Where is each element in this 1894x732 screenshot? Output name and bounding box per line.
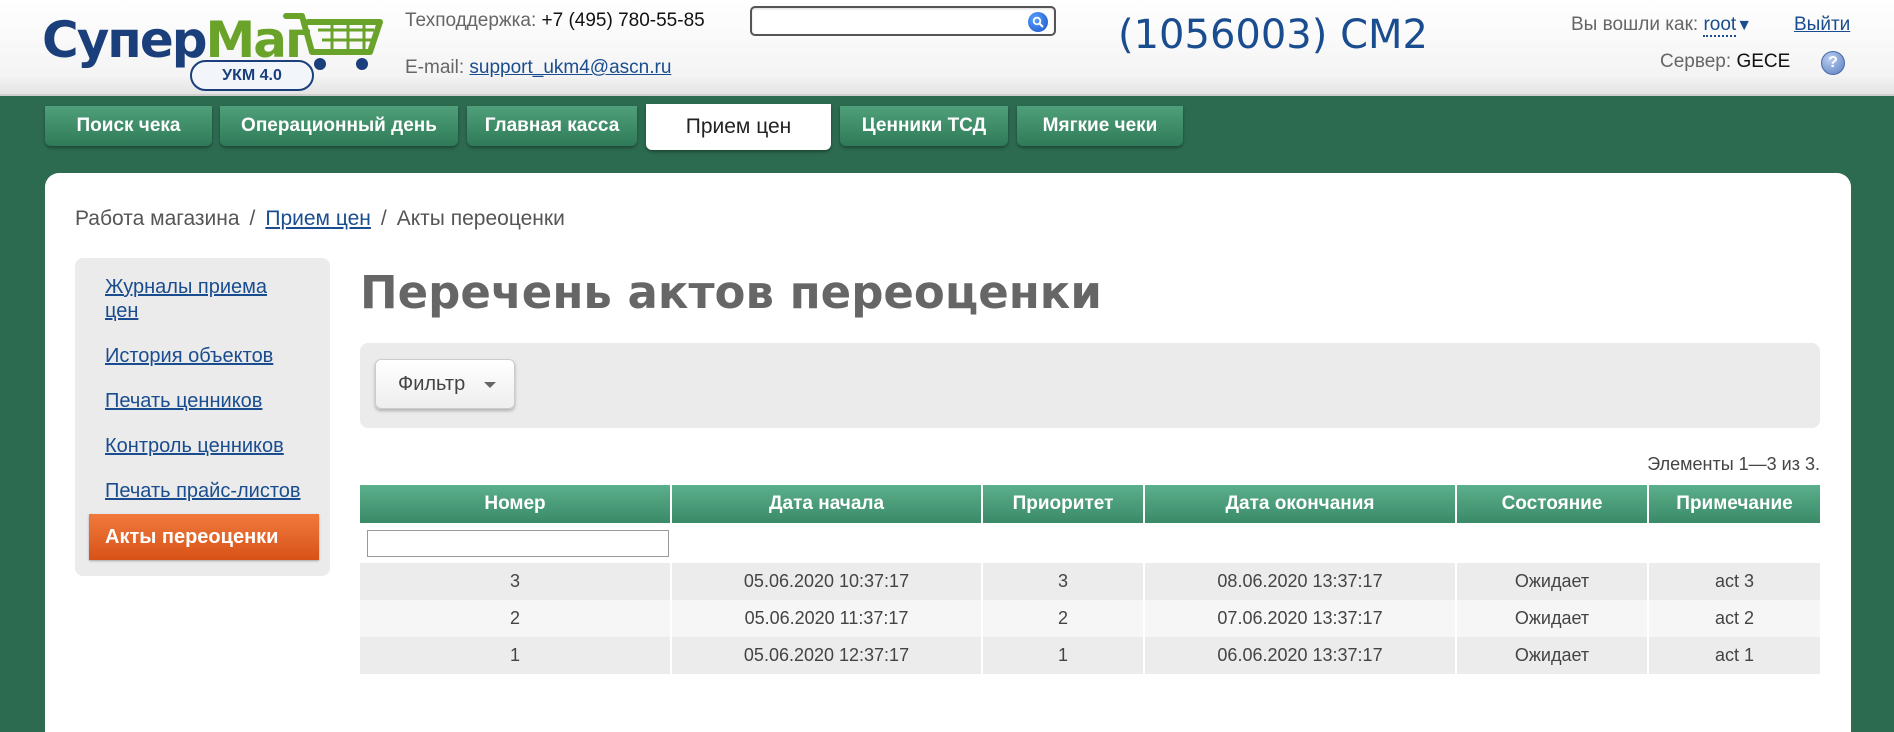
store-title: (1056003) СМ2 — [1118, 12, 1428, 58]
table-filter-row — [360, 523, 1820, 563]
user-menu[interactable]: root — [1703, 14, 1737, 37]
filter-button[interactable]: Фильтр — [375, 359, 515, 409]
pagination-count: Элементы 1—3 из 3. — [1647, 454, 1820, 474]
sidebar: Журналы приема цен История объектов Печа… — [75, 258, 330, 576]
cell-priority: 1 — [982, 637, 1145, 674]
page-title: Перечень актов переоценки — [360, 266, 1102, 319]
column-header-end-date[interactable]: Дата окончания — [1144, 485, 1457, 523]
search-box — [750, 6, 1056, 36]
cell-note: act 1 — [1648, 637, 1820, 674]
tab-tsd-labels[interactable]: Ценники ТСД — [840, 106, 1008, 146]
cell-start-date: 05.06.2020 12:37:17 — [671, 637, 983, 674]
cell-priority: 3 — [982, 563, 1145, 600]
cell-status: Ожидает — [1456, 600, 1649, 637]
app-header: СуперМаг УКМ 4.0 Техподдержка: +7 (495) … — [0, 0, 1894, 96]
breadcrumb-link-price-receiving[interactable]: Прием цен — [265, 207, 371, 230]
support-phone: Техподдержка: +7 (495) 780-55-85 — [405, 10, 705, 31]
cell-note: act 3 — [1648, 563, 1820, 600]
breadcrumb-root: Работа магазина — [75, 207, 240, 230]
support-email-link[interactable]: support_ukm4@ascn.ru — [469, 57, 671, 78]
logout-link[interactable]: Выйти — [1794, 14, 1850, 36]
cell-note: act 2 — [1648, 600, 1820, 637]
tab-receipt-search[interactable]: Поиск чека — [45, 106, 212, 146]
breadcrumb-current: Акты переоценки — [396, 207, 565, 230]
sidebar-item-object-history[interactable]: История объектов — [105, 344, 305, 368]
number-filter-input[interactable] — [367, 529, 669, 557]
search-icon — [1032, 16, 1044, 28]
table-header-row: Номер Дата начала Приоритет Дата окончан… — [360, 485, 1820, 523]
server-info: Сервер: GECE — [1660, 51, 1791, 72]
supermag-logo[interactable]: СуперМаг УКМ 4.0 — [42, 8, 383, 91]
caret-down-icon — [484, 382, 496, 388]
table-row[interactable]: 2 05.06.2020 11:37:17 2 07.06.2020 13:37… — [360, 600, 1820, 637]
support-email: E-mail: support_ukm4@ascn.ru — [405, 57, 672, 78]
help-icon[interactable]: ? — [1821, 51, 1845, 75]
version-badge: УКМ 4.0 — [190, 60, 314, 91]
search-button[interactable] — [1028, 12, 1048, 32]
cell-start-date: 05.06.2020 11:37:17 — [671, 600, 983, 637]
user-info: Вы вошли как: root▼ — [1571, 14, 1753, 37]
sidebar-item-price-journals[interactable]: Журналы приема цен — [105, 275, 305, 323]
chevron-down-icon[interactable]: ▼ — [1736, 17, 1752, 34]
filter-bar: Фильтр — [360, 343, 1820, 428]
column-header-number[interactable]: Номер — [360, 485, 672, 523]
tab-soft-receipts[interactable]: Мягкие чеки — [1017, 106, 1183, 146]
column-header-status[interactable]: Состояние — [1456, 485, 1649, 523]
table-row[interactable]: 3 05.06.2020 10:37:17 3 08.06.2020 13:37… — [360, 563, 1820, 600]
search-input[interactable] — [758, 11, 1020, 31]
tab-price-receiving[interactable]: Прием цен — [646, 104, 831, 150]
revaluation-acts-table: Номер Дата начала Приоритет Дата окончан… — [360, 485, 1820, 674]
cell-number: 1 — [360, 637, 672, 674]
cell-priority: 2 — [982, 600, 1145, 637]
cell-number: 3 — [360, 563, 672, 600]
column-header-note[interactable]: Примечание — [1648, 485, 1820, 523]
table-row[interactable]: 1 05.06.2020 12:37:17 1 06.06.2020 13:37… — [360, 637, 1820, 674]
breadcrumb: Работа магазина / Прием цен / Акты переоценк… — [75, 207, 565, 230]
cell-number: 2 — [360, 600, 672, 637]
sidebar-item-print-pricelists[interactable]: Печать прайс-листов — [105, 479, 335, 503]
cell-start-date: 05.06.2020 10:37:17 — [671, 563, 983, 600]
sidebar-item-revaluation-acts[interactable]: Акты переоценки — [89, 514, 319, 560]
column-header-start-date[interactable]: Дата начала — [671, 485, 983, 523]
cell-end-date: 08.06.2020 13:37:17 — [1144, 563, 1457, 600]
sidebar-item-label-control[interactable]: Контроль ценников — [105, 434, 305, 458]
sidebar-item-print-labels[interactable]: Печать ценников — [105, 389, 305, 413]
cell-status: Ожидает — [1456, 563, 1649, 600]
tab-main-cashbox[interactable]: Главная касса — [467, 106, 637, 146]
cell-end-date: 06.06.2020 13:37:17 — [1144, 637, 1457, 674]
tab-operational-day[interactable]: Операционный день — [220, 106, 458, 146]
column-header-priority[interactable]: Приоритет — [982, 485, 1145, 523]
cell-end-date: 07.06.2020 13:37:17 — [1144, 600, 1457, 637]
cell-status: Ожидает — [1456, 637, 1649, 674]
